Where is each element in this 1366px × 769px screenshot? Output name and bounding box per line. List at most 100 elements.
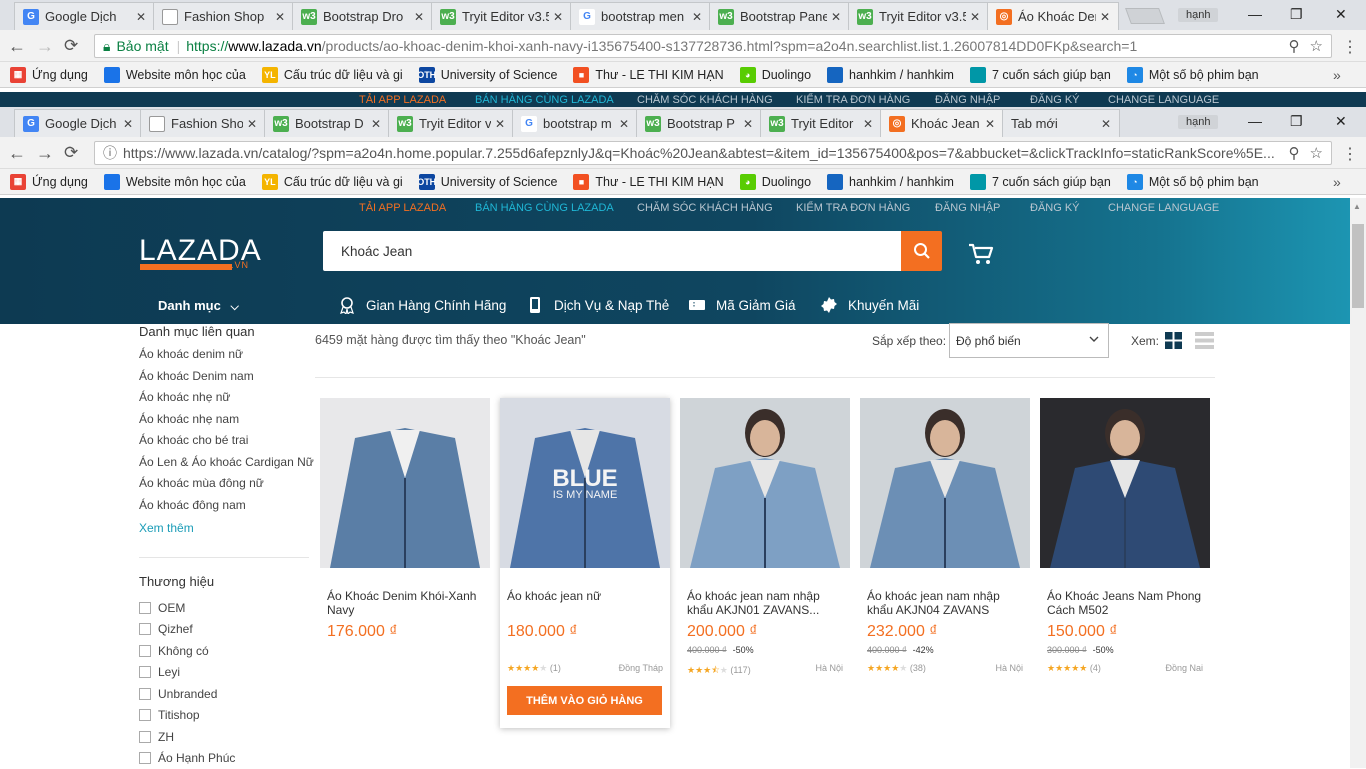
bookmark-item[interactable]: hanhkim / hanhkim — [827, 67, 954, 83]
search-input[interactable]: Khoác Jean — [323, 231, 901, 271]
close-icon[interactable]: ✕ — [136, 10, 146, 24]
add-to-cart-button[interactable]: THÊM VÀO GIỎ HÀNG — [507, 686, 662, 715]
bookmark-item[interactable]: ◕Duolingo — [740, 174, 811, 190]
browser-tab[interactable]: Tab mới✕ — [1002, 109, 1120, 137]
close-icon[interactable]: ✕ — [1101, 117, 1111, 131]
top-link[interactable]: Kiểm tra đơn hàng — [796, 94, 910, 106]
brand-checkbox[interactable]: Không có — [139, 640, 235, 662]
brand-checkbox[interactable]: Titishop — [139, 705, 235, 727]
related-category-link[interactable]: Áo khoác cho bé trai — [139, 434, 309, 447]
top-link[interactable]: Change Language — [1108, 94, 1219, 106]
brand-checkbox[interactable]: OEM — [139, 597, 235, 619]
close-icon[interactable]: ✕ — [692, 10, 702, 24]
menu-icon[interactable]: ⋮ — [1342, 37, 1358, 57]
bookmark-item[interactable]: hanhkim / hanhkim — [827, 174, 954, 190]
close-icon[interactable]: ✕ — [985, 117, 995, 131]
more-bookmarks-icon[interactable]: » — [1333, 174, 1341, 190]
search-button[interactable] — [901, 231, 942, 271]
close-icon[interactable]: ✕ — [371, 117, 381, 131]
top-link[interactable]: Kiểm tra đơn hàng — [796, 202, 910, 214]
product-name[interactable]: Áo Khoác Jeans Nam Phong Cách M502 — [1047, 589, 1203, 617]
close-icon[interactable]: ✕ — [970, 10, 980, 24]
brand-checkbox[interactable]: ZH — [139, 726, 235, 748]
close-icon[interactable]: ✕ — [553, 10, 563, 24]
related-category-link[interactable]: Áo khoác nhẹ nam — [139, 413, 309, 426]
top-link[interactable]: Bán hàng cùng Lazada — [475, 202, 614, 214]
header-nav-item[interactable]: Gian Hàng Chính Hãng — [338, 296, 506, 314]
cart-icon[interactable] — [967, 242, 995, 269]
more-bookmarks-icon[interactable]: » — [1333, 67, 1341, 83]
header-nav-item[interactable]: Mã Giảm Giá — [688, 296, 796, 314]
omnibox-1[interactable]: 🔒︎ Bảo mật | https://www.lazada.vn/produ… — [94, 34, 1332, 58]
star-icon[interactable]: ☆ — [1310, 144, 1323, 162]
top-link[interactable]: Đăng ký — [1030, 94, 1080, 106]
brand-checkbox[interactable]: Áo Hạnh Phúc — [139, 748, 235, 769]
browser-tab[interactable]: GGoogle Dịch✕ — [14, 2, 155, 30]
brand-checkbox[interactable]: Unbranded — [139, 683, 235, 705]
back-arrow-icon[interactable]: ← — [8, 143, 26, 164]
close-icon[interactable]: ✕ — [247, 117, 257, 131]
new-tab-button[interactable] — [1125, 8, 1165, 24]
bookmark-item[interactable]: Website môn học của — [104, 67, 246, 83]
product-card[interactable]: Áo khoác jean nam nhập khẩu AKJN04 ZAVAN… — [860, 398, 1030, 728]
related-category-link[interactable]: Áo khoác nhẹ nữ — [139, 391, 309, 404]
product-name[interactable]: Áo Khoác Denim Khói-Xanh Navy — [327, 589, 483, 617]
bookmark-item[interactable]: ◔Một số bộ phim bạn — [1127, 67, 1259, 83]
close-icon[interactable]: ✕ — [619, 117, 629, 131]
checkbox[interactable] — [139, 645, 151, 657]
back-arrow-icon[interactable]: ← — [8, 36, 26, 57]
related-category-link[interactable]: Áo Len & Áo khoác Cardigan Nữ — [139, 456, 309, 469]
product-image[interactable]: BLUEIS MY NAME — [500, 398, 670, 568]
profile-button[interactable]: hạnh — [1178, 115, 1218, 129]
product-card[interactable]: Áo Khoác Denim Khói-Xanh Navy176.000 ₫ — [320, 398, 490, 728]
bookmark-item[interactable]: ▦Ứng dụng — [10, 174, 88, 190]
zoom-icon[interactable]: ⚲ — [1289, 144, 1300, 162]
close-icon[interactable]: ✕ — [123, 117, 133, 131]
list-view-icon[interactable] — [1195, 332, 1214, 352]
browser-tab[interactable]: w3Tryit Editor v3.5✕ — [431, 2, 572, 30]
browser-tab[interactable]: GGoogle Dịch✕ — [14, 109, 142, 137]
profile-button[interactable]: hạnh — [1178, 8, 1218, 22]
checkbox[interactable] — [139, 752, 151, 764]
zoom-icon[interactable]: ⚲ — [1289, 37, 1300, 55]
bookmark-item[interactable]: OTHUniversity of Science — [419, 67, 558, 83]
close-icon[interactable]: ✕ — [831, 10, 841, 24]
bookmark-item[interactable]: 7 cuốn sách giúp bạn — [970, 174, 1111, 190]
top-link[interactable]: Tải app Lazada — [359, 202, 446, 214]
browser-tab[interactable]: w3Tryit Editor v3.5✕ — [848, 2, 989, 30]
maximize-icon[interactable]: ❐ — [1290, 6, 1303, 23]
reload-icon[interactable]: ⟳ — [64, 143, 78, 163]
bookmark-item[interactable]: ◕Duolingo — [740, 67, 811, 83]
minimize-icon[interactable]: — — [1248, 6, 1262, 22]
close-icon[interactable]: ✕ — [275, 10, 285, 24]
top-link[interactable]: Chăm sóc khách hàng — [637, 202, 773, 214]
maximize-icon[interactable]: ❐ — [1290, 113, 1303, 130]
top-link[interactable]: Bán hàng cùng Lazada — [475, 94, 614, 106]
top-link[interactable]: Tải app Lazada — [359, 94, 446, 106]
scrollbar-thumb[interactable] — [1352, 224, 1364, 308]
browser-tab[interactable]: Gbootstrap men✕ — [570, 2, 711, 30]
close-icon[interactable]: ✕ — [495, 117, 505, 131]
brand-checkbox[interactable]: Leyi — [139, 662, 235, 684]
menu-icon[interactable]: ⋮ — [1342, 144, 1358, 164]
browser-tab[interactable]: ◎Khoác Jean✕ — [880, 109, 1004, 137]
forward-arrow-icon[interactable]: → — [36, 36, 54, 57]
header-nav-item[interactable]: Dịch Vụ & Nạp Thẻ — [526, 296, 669, 314]
browser-tab[interactable]: Fashion Shop✕ — [153, 2, 294, 30]
product-card[interactable]: Áo khoác jean nam nhập khẩu AKJN01 ZAVAN… — [680, 398, 850, 728]
related-category-link[interactable]: Áo khoác đông nam — [139, 499, 309, 512]
browser-tab[interactable]: w3Bootstrap D✕ — [264, 109, 390, 137]
bookmark-item[interactable]: Website môn học của — [104, 174, 246, 190]
checkbox[interactable] — [139, 731, 151, 743]
close-icon[interactable]: ✕ — [863, 117, 873, 131]
star-icon[interactable]: ☆ — [1310, 37, 1323, 55]
header-nav-item[interactable]: Khuyến Mãi — [820, 296, 919, 314]
bookmark-item[interactable]: YLCấu trúc dữ liệu và gi — [262, 67, 403, 83]
minimize-icon[interactable]: — — [1248, 113, 1262, 129]
bookmark-item[interactable]: OTHUniversity of Science — [419, 174, 558, 190]
product-image[interactable] — [680, 398, 850, 568]
related-category-link[interactable]: Áo khoác denim nữ — [139, 348, 309, 361]
bookmark-item[interactable]: ▦Ứng dụng — [10, 67, 88, 83]
browser-tab[interactable]: w3Bootstrap Dro✕ — [292, 2, 433, 30]
browser-tab[interactable]: ◎Áo Khoác Den✕ — [987, 2, 1119, 30]
